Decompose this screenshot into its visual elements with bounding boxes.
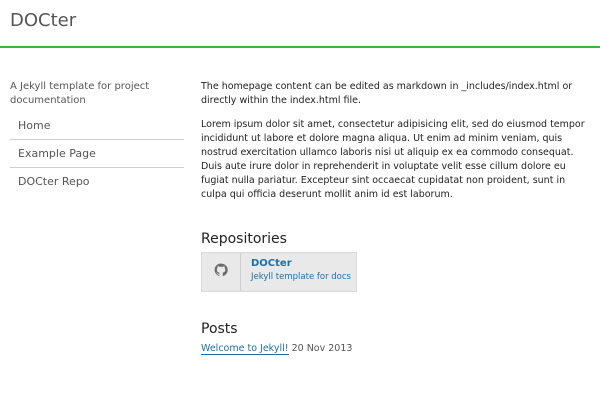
repo-description: Jekyll template for docs (251, 272, 351, 282)
post-date: 20 Nov 2013 (291, 343, 353, 354)
post-link[interactable]: Welcome to Jekyll! (201, 343, 289, 355)
site-title[interactable]: DOCter (10, 10, 76, 31)
sidebar: A Jekyll template for project documentat… (10, 80, 184, 196)
intro-paragraph: The homepage content can be edited as ma… (201, 81, 573, 106)
posts-heading: Posts (201, 321, 238, 337)
repo-card[interactable]: DOCter Jekyll template for docs (201, 252, 357, 292)
repositories-heading: Repositories (201, 231, 287, 247)
post-item: Welcome to Jekyll! 20 Nov 2013 (201, 342, 591, 356)
repo-name-link[interactable]: DOCter (251, 257, 351, 270)
sidebar-nav: Home Example Page DOCter Repo (10, 112, 184, 196)
lorem-paragraph: Lorem ipsum dolor sit amet, consectetur … (201, 119, 585, 200)
repo-icon-wrap (202, 253, 241, 291)
repo-text: DOCter Jekyll template for docs (241, 253, 351, 291)
sidebar-item-home[interactable]: Home (10, 112, 184, 140)
site-header: DOCter (0, 0, 600, 48)
sidebar-description: A Jekyll template for project documentat… (10, 81, 150, 106)
github-icon (213, 262, 229, 283)
sidebar-item-example-page[interactable]: Example Page (10, 140, 184, 168)
main-content: The homepage content can be edited as ma… (201, 80, 591, 356)
sidebar-item-docter-repo[interactable]: DOCter Repo (10, 168, 184, 196)
